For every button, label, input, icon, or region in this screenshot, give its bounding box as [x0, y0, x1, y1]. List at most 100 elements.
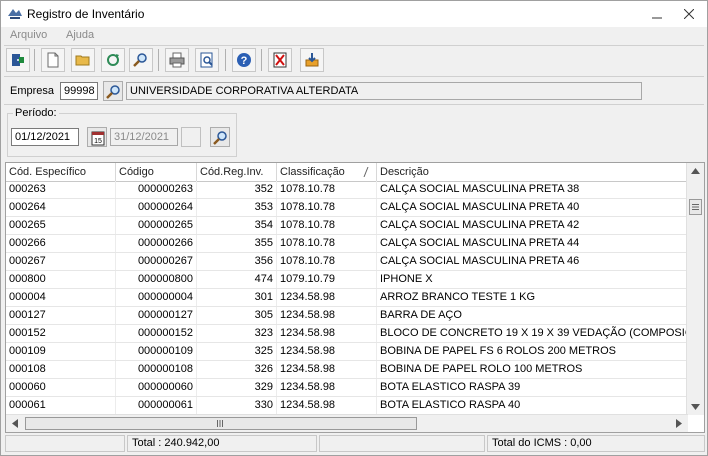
cell-classificacao: 1234.58.98	[277, 343, 377, 360]
table-row[interactable]: 000108 000000108 326 1234.58.98 BOBINA DE PA…	[6, 361, 688, 379]
menu-ajuda[interactable]: Ajuda	[66, 29, 94, 41]
table-row[interactable]: 000061 000000061 330 1234.58.98 BOTA ELASTIC…	[6, 397, 688, 415]
column-header-cod-reg-inv[interactable]: Cód.Reg.Inv.	[197, 163, 277, 181]
cell-cod-reg-inv: 474	[197, 271, 277, 288]
delete-button[interactable]	[268, 48, 292, 72]
export-icon	[305, 53, 319, 67]
horizontal-scrollbar[interactable]	[6, 414, 688, 432]
menu-arquivo[interactable]: Arquivo	[10, 29, 47, 41]
export-button[interactable]	[300, 48, 324, 72]
column-header-classificacao[interactable]: Classificação	[277, 163, 377, 181]
cell-cod-reg-inv: 356	[197, 253, 277, 270]
menu-bar: Arquivo Ajuda	[1, 27, 707, 45]
sort-indicator-icon	[363, 167, 369, 177]
column-header-codigo[interactable]: Código	[116, 163, 197, 181]
cell-codigo: 000000800	[116, 271, 197, 288]
cell-descricao: BOTA ELASTICO RASPA 40	[380, 399, 521, 411]
toolbar-separator	[158, 49, 159, 71]
exit-button[interactable]	[6, 48, 30, 72]
exit-door-icon	[12, 54, 24, 66]
delete-icon	[273, 52, 287, 68]
cell-descricao: BOBINA DE PAPEL ROLO 100 METROS	[380, 363, 583, 375]
cell-descricao: CALÇA SOCIAL MASCULINA PRETA 44	[380, 237, 580, 249]
toolbar-separator	[225, 49, 226, 71]
scroll-left-icon[interactable]	[12, 419, 18, 428]
calendar-end-button	[181, 127, 201, 147]
cell-classificacao: 1234.58.98	[277, 397, 377, 414]
app-icon	[8, 9, 22, 19]
empresa-search-button[interactable]	[103, 81, 123, 101]
open-button[interactable]	[71, 48, 95, 72]
cell-classificacao: 1078.10.78	[277, 217, 377, 234]
inventory-table: Cód. Específico Código Cód.Reg.Inv. Clas…	[5, 162, 705, 433]
search-icon	[133, 53, 147, 67]
table-row[interactable]: 000267 000000267 356 1078.10.78 CALÇA SOCIAL…	[6, 253, 688, 271]
vertical-scroll-thumb[interactable]	[689, 199, 702, 215]
column-header-cod-especifico[interactable]: Cód. Específico	[6, 163, 116, 181]
table-body: 000263 000000263 352 1078.10.78 CALÇA SOCIAL…	[6, 181, 688, 415]
search-button[interactable]	[129, 48, 153, 72]
table-row[interactable]: 000266 000000266 355 1078.10.78 CALÇA SOCIAL…	[6, 235, 688, 253]
cell-cod-reg-inv: 329	[197, 379, 277, 396]
cell-codigo: 000000267	[116, 253, 197, 270]
close-button[interactable]	[675, 4, 703, 24]
window-title: Registro de Inventário	[27, 7, 145, 21]
close-icon	[683, 8, 695, 20]
new-button[interactable]	[41, 48, 65, 72]
table-row[interactable]: 000127 000000127 305 1234.58.98 BARRA DE AÇO	[6, 307, 688, 325]
cell-classificacao: 1078.10.78	[277, 235, 377, 252]
help-icon: ?	[237, 53, 251, 67]
cell-cod-especifico: 000265	[6, 217, 116, 234]
table-row[interactable]: 000800 000000800 474 1079.10.79 IPHONE X	[6, 271, 688, 289]
table-row[interactable]: 000264 000000264 353 1078.10.78 CALÇA SOCIAL…	[6, 199, 688, 217]
table-header: Cód. Específico Código Cód.Reg.Inv. Clas…	[6, 163, 688, 182]
table-row[interactable]: 000265 000000265 354 1078.10.78 CALÇA SOCIAL…	[6, 217, 688, 235]
toolbar-separator	[261, 49, 262, 71]
cell-codigo: 000000061	[116, 397, 197, 414]
empresa-name-field: UNIVERSIDADE CORPORATIVA ALTERDATA	[126, 82, 642, 100]
minimize-button[interactable]	[643, 4, 671, 24]
vertical-scrollbar[interactable]	[686, 163, 704, 415]
cell-classificacao: 1234.58.98	[277, 361, 377, 378]
cell-descricao: CALÇA SOCIAL MASCULINA PRETA 42	[380, 219, 580, 231]
table-row[interactable]: 000004 000000004 301 1234.58.98 ARROZ BRANCO…	[6, 289, 688, 307]
cell-cod-especifico: 000263	[6, 181, 116, 198]
table-row[interactable]: 000152 000000152 323 1234.58.98 BLOCO DE CON…	[6, 325, 688, 343]
refresh-icon	[107, 54, 119, 66]
svg-text:15: 15	[94, 138, 102, 145]
scroll-up-icon[interactable]	[691, 168, 700, 174]
help-button[interactable]: ?	[232, 48, 256, 72]
cell-classificacao: 1078.10.78	[277, 181, 377, 198]
cell-descricao: BOTA ELASTICO RASPA 39	[380, 381, 521, 393]
grip-icon	[217, 420, 223, 427]
new-document-icon	[47, 52, 59, 68]
cell-cod-especifico: 000264	[6, 199, 116, 216]
scroll-right-icon[interactable]	[676, 419, 682, 428]
print-button[interactable]	[165, 48, 189, 72]
cell-cod-reg-inv: 326	[197, 361, 277, 378]
cell-cod-reg-inv: 355	[197, 235, 277, 252]
cell-cod-reg-inv: 330	[197, 397, 277, 414]
cell-descricao: CALÇA SOCIAL MASCULINA PRETA 38	[380, 183, 580, 195]
minimize-icon	[652, 17, 662, 19]
scroll-down-icon[interactable]	[691, 404, 700, 410]
calendar-button[interactable]: 15	[87, 127, 107, 147]
column-header-descricao[interactable]: Descrição	[377, 163, 688, 181]
title-bar: Registro de Inventário	[1, 1, 707, 27]
refresh-button[interactable]	[101, 48, 125, 72]
status-panel-empty	[319, 435, 485, 452]
printer-icon	[169, 52, 185, 68]
table-row[interactable]: 000263 000000263 352 1078.10.78 CALÇA SOCIAL…	[6, 181, 688, 199]
cell-descricao: CALÇA SOCIAL MASCULINA PRETA 46	[380, 255, 580, 267]
horizontal-scroll-thumb[interactable]	[25, 417, 417, 430]
cell-cod-especifico: 000152	[6, 325, 116, 342]
period-start-field[interactable]: 01/12/2021	[11, 128, 79, 146]
toolbar-separator	[34, 49, 35, 71]
period-search-button[interactable]	[210, 127, 230, 147]
table-row[interactable]: 000109 000000109 325 1234.58.98 BOBINA DE PA…	[6, 343, 688, 361]
table-row[interactable]: 000060 000000060 329 1234.58.98 BOTA ELASTIC…	[6, 379, 688, 397]
empresa-code-field[interactable]: 99998	[60, 82, 98, 100]
print-preview-button[interactable]	[195, 48, 219, 72]
cell-cod-reg-inv: 354	[197, 217, 277, 234]
cell-codigo: 000000060	[116, 379, 197, 396]
